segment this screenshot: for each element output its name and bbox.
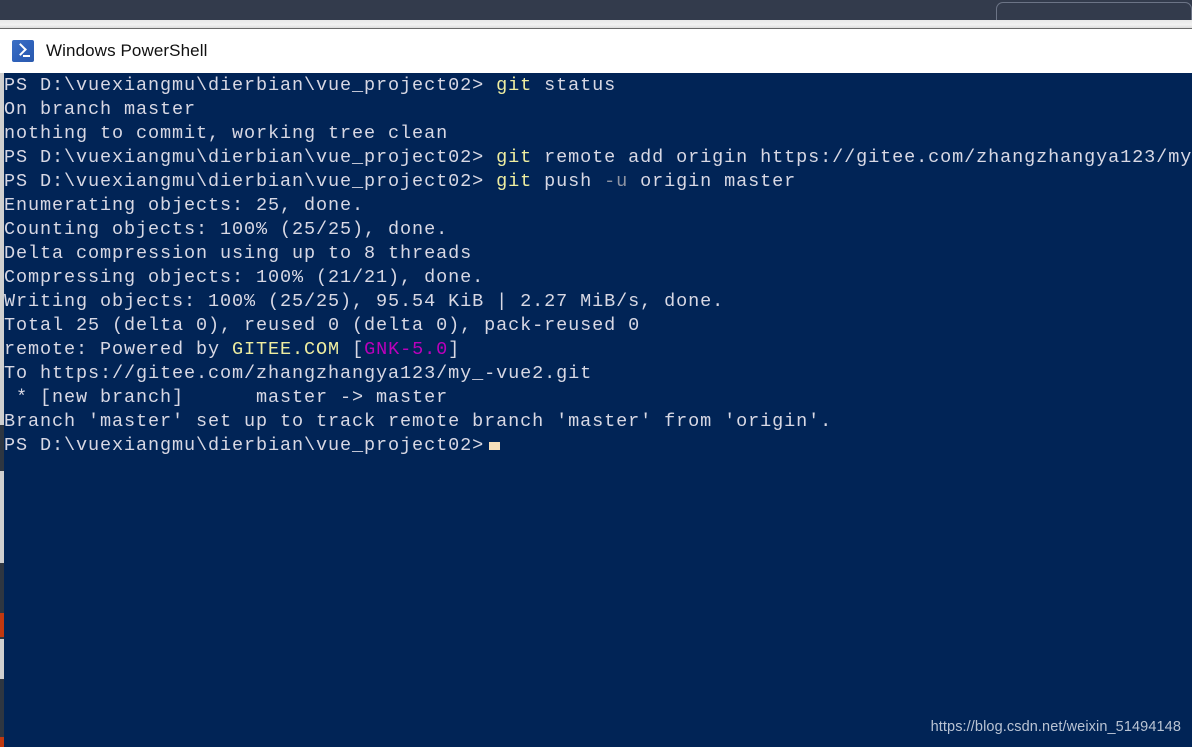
- browser-chrome-bar: [0, 0, 1192, 22]
- browser-toolbar-strip: [0, 20, 1192, 28]
- browser-tab-outline[interactable]: [996, 2, 1192, 22]
- console-surface[interactable]: PS D:\vuexiangmu\dierbian\vue_project02>…: [0, 73, 1192, 747]
- console-text-segment: remote add origin https://gitee.com/zhan…: [544, 147, 1192, 168]
- line-15-branch-tracking: Branch 'master' set up to track remote b…: [4, 410, 1192, 434]
- line-7-counting: Counting objects: 100% (25/25), done.: [4, 218, 1192, 242]
- console-text-segment: ]: [448, 339, 461, 360]
- console-output: PS D:\vuexiangmu\dierbian\vue_project02>…: [4, 74, 1192, 458]
- line-13-to-url: To https://gitee.com/zhangzhangya123/my_…: [4, 362, 1192, 386]
- console-text-segment: origin master: [628, 171, 797, 192]
- console-text-segment: nothing to commit, working tree clean: [4, 123, 449, 144]
- console-text-segment: [: [340, 339, 365, 360]
- console-text-segment: Delta compression using up to 8 threads: [4, 243, 473, 264]
- console-text-segment: PS D:\vuexiangmu\dierbian\vue_project02>: [4, 171, 497, 192]
- screen-root: Windows PowerShell PS D:\vuexiangmu\dier…: [0, 0, 1192, 747]
- console-text-segment: git: [496, 75, 533, 96]
- console-text-segment: Branch 'master' set up to track remote b…: [4, 411, 833, 432]
- scrollbar-thumb-top[interactable]: [0, 73, 4, 425]
- line-12-remote-powered-by: remote: Powered by GITEE.COM [GNK-5.0]: [4, 338, 1192, 362]
- console-text-segment: git: [496, 147, 533, 168]
- line-16-final-prompt: PS D:\vuexiangmu\dierbian\vue_project02>: [4, 434, 1192, 458]
- console-text-segment: -u: [604, 171, 629, 192]
- text-cursor: [489, 442, 501, 450]
- scrollbar-thumb-lower[interactable]: [0, 639, 4, 679]
- console-text-segment: GNK-5.0: [364, 339, 449, 360]
- console-text-segment: status: [532, 75, 617, 96]
- console-text-segment: Enumerating objects: 25, done.: [4, 195, 365, 216]
- window-titlebar[interactable]: Windows PowerShell: [0, 29, 1192, 73]
- line-5-prompt-git-push: PS D:\vuexiangmu\dierbian\vue_project02>…: [4, 170, 1192, 194]
- console-text-segment: Compressing objects: 100% (21/21), done.: [4, 267, 485, 288]
- line-4-prompt-git-remote-add: PS D:\vuexiangmu\dierbian\vue_project02>…: [4, 146, 1192, 170]
- console-text-segment: PS D:\vuexiangmu\dierbian\vue_project02>: [4, 435, 485, 456]
- window-title: Windows PowerShell: [46, 41, 208, 60]
- line-1-prompt-git-status: PS D:\vuexiangmu\dierbian\vue_project02>…: [4, 74, 1192, 98]
- scrollbar-thumb-middle[interactable]: [0, 471, 4, 563]
- console-text-segment: On branch master: [4, 99, 197, 120]
- line-2-on-branch: On branch master: [4, 98, 1192, 122]
- powershell-icon: [12, 40, 34, 62]
- console-text-segment: GITEE.COM: [232, 339, 341, 360]
- console-text-segment: PS D:\vuexiangmu\dierbian\vue_project02>: [4, 147, 497, 168]
- console-text-segment: remote: Powered by: [4, 339, 233, 360]
- line-3-nothing-to-commit: nothing to commit, working tree clean: [4, 122, 1192, 146]
- line-11-total: Total 25 (delta 0), reused 0 (delta 0), …: [4, 314, 1192, 338]
- console-text-segment: git: [496, 171, 533, 192]
- line-6-enumerating: Enumerating objects: 25, done.: [4, 194, 1192, 218]
- scrollbar-marker-red: [0, 613, 4, 637]
- console-text-segment: PS D:\vuexiangmu\dierbian\vue_project02>: [4, 75, 497, 96]
- line-9-compressing: Compressing objects: 100% (21/21), done.: [4, 266, 1192, 290]
- console-text-segment: To https://gitee.com/zhangzhangya123/my_…: [4, 363, 593, 384]
- console-text-segment: Writing objects: 100% (25/25), 95.54 KiB…: [4, 291, 725, 312]
- watermark-text: https://blog.csdn.net/weixin_51494148: [930, 719, 1181, 735]
- line-8-delta-compression: Delta compression using up to 8 threads: [4, 242, 1192, 266]
- console-text-segment: * [new branch] master -> master: [4, 387, 449, 408]
- line-14-new-branch: * [new branch] master -> master: [4, 386, 1192, 410]
- console-text-segment: Counting objects: 100% (25/25), done.: [4, 219, 449, 240]
- console-text-segment: Total 25 (delta 0), reused 0 (delta 0), …: [4, 315, 641, 336]
- console-text-segment: push: [532, 171, 605, 192]
- console-scrollbar[interactable]: [0, 73, 4, 747]
- scrollbar-marker-red-bottom: [0, 737, 4, 747]
- line-10-writing: Writing objects: 100% (25/25), 95.54 KiB…: [4, 290, 1192, 314]
